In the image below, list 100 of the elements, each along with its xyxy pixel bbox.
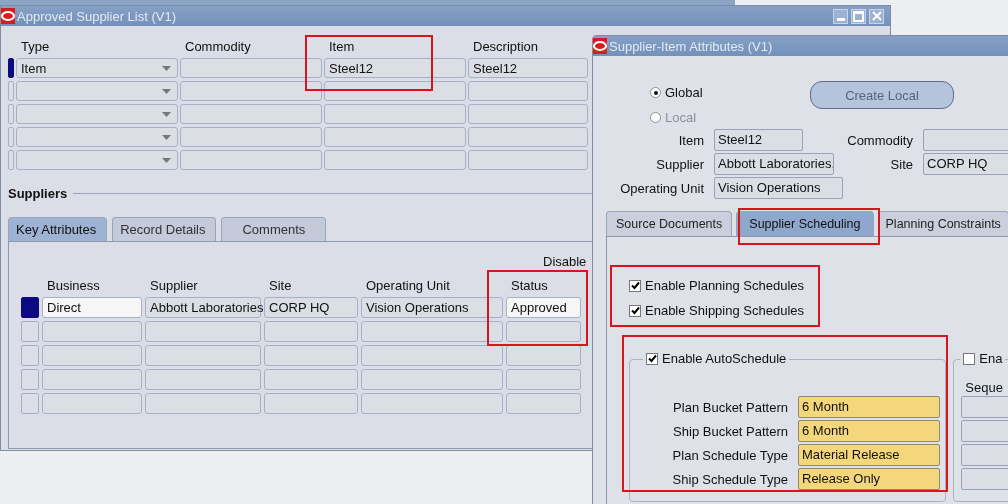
table-cell[interactable] [468,81,588,101]
table-cell[interactable] [145,369,261,390]
table-cell[interactable] [468,104,588,124]
tab[interactable]: Source Documents [606,211,733,236]
radio-option[interactable]: Global [650,85,810,100]
input-field[interactable]: Material Release [798,444,940,466]
input-field[interactable]: Vision Operations [714,177,843,199]
tab[interactable]: Supplier Scheduling [736,211,874,236]
logo-icon [1,8,15,24]
table-cell[interactable] [42,369,142,390]
window-title: Approved Supplier List (V1) [17,8,176,24]
table-cell[interactable]: Direct [42,297,142,318]
logo-icon [593,38,607,54]
column-header: Supplier [149,278,199,294]
caret-icon[interactable] [162,65,171,71]
input-field[interactable]: CORP HQ [923,153,1008,175]
table-cell[interactable]: Steel12 [324,58,466,78]
caret-icon[interactable] [162,111,171,117]
table-cell[interactable] [42,345,142,366]
checkmark-icon [630,306,640,315]
table-cell[interactable] [324,150,466,170]
checkbox[interactable]: Enable AutoSchedule [643,351,790,366]
caret-icon[interactable] [162,88,171,94]
caret-icon[interactable] [162,134,171,140]
input-field[interactable]: Release Only [798,468,940,490]
column-header: Status [510,278,549,294]
table-cell[interactable] [361,345,503,366]
table-cell[interactable]: Abbott Laboratories [145,297,261,318]
minimize-icon[interactable] [833,8,848,24]
table-cell[interactable] [16,81,178,101]
table-cell[interactable] [16,104,178,124]
table-cell[interactable]: Vision Operations [361,297,503,318]
column-header: Commodity [184,39,252,55]
table-cell[interactable]: Steel12 [468,58,588,78]
field-label: Plan Schedule Type [671,447,788,465]
table-cell[interactable] [324,81,466,101]
column-header: Disable [543,254,587,269]
tab[interactable]: Key Attributes [8,217,108,241]
table-cell[interactable]: CORP HQ [264,297,358,318]
table-cell[interactable] [264,345,358,366]
checkbox[interactable]: Enable Shipping Schedules [629,303,804,318]
tab[interactable]: Comments [221,217,327,241]
tab[interactable]: Planning Constraints [877,211,1008,236]
checkmark-icon [647,354,657,363]
table-cell[interactable] [145,321,261,342]
table-cell[interactable]: Item [16,58,178,78]
tab[interactable]: Record Details [112,217,217,241]
checkmark-icon [630,281,640,290]
table-cell[interactable] [16,150,178,170]
input-field[interactable]: Abbott Laboratories, [714,153,834,175]
input-field[interactable] [923,129,1008,151]
table-cell[interactable] [16,127,178,147]
column-header: Description [472,39,540,55]
window-title: Supplier-Item Attributes (V1) [609,38,773,54]
field-label: Item [677,132,704,148]
table-cell[interactable] [506,393,581,414]
table-cell[interactable] [42,393,142,414]
row-indicator[interactable] [8,58,14,78]
checkbox[interactable]: Ena [960,351,1006,366]
table-cell[interactable] [506,345,581,366]
column-header: Type [20,39,51,55]
input-field[interactable]: 6 Month [798,396,940,418]
maximize-icon[interactable] [851,8,866,24]
table-cell[interactable] [42,321,142,342]
column-header: Business [46,278,101,294]
table-cell[interactable] [264,393,358,414]
table-cell[interactable] [361,393,503,414]
table-cell[interactable] [506,321,581,342]
column-header: Seque [965,380,1003,395]
table-cell[interactable] [361,369,503,390]
field-label: Ship Bucket Pattern [672,423,788,441]
table-cell[interactable] [180,104,322,124]
column-header: Operating Unit [365,278,451,294]
column-header: Item [328,39,356,55]
table-cell[interactable] [180,81,322,101]
table-cell[interactable] [145,345,261,366]
table-cell[interactable] [264,369,358,390]
table-cell[interactable] [145,393,261,414]
input-field[interactable]: 6 Month [798,420,940,442]
table-cell[interactable] [324,127,466,147]
field-label: Supplier [655,156,704,172]
table-cell[interactable] [180,58,322,78]
table-cell[interactable] [361,321,503,342]
field-label: Ship Schedule Type [671,471,788,489]
close-icon[interactable] [869,8,884,24]
field-label: Operating Unit [619,180,704,196]
table-cell[interactable] [506,369,581,390]
table-cell[interactable] [180,127,322,147]
input-field[interactable]: Steel12 [714,129,803,151]
checkbox[interactable]: Enable Planning Schedules [629,278,804,293]
caret-icon[interactable] [162,157,171,163]
section-title: Suppliers [8,185,68,201]
column-header: Site [268,278,293,294]
table-cell[interactable]: Approved [506,297,581,318]
table-cell[interactable] [324,104,466,124]
table-cell[interactable] [468,150,588,170]
table-cell[interactable] [180,150,322,170]
field-label: Commodity [846,132,913,148]
table-cell[interactable] [468,127,588,147]
table-cell[interactable] [264,321,358,342]
